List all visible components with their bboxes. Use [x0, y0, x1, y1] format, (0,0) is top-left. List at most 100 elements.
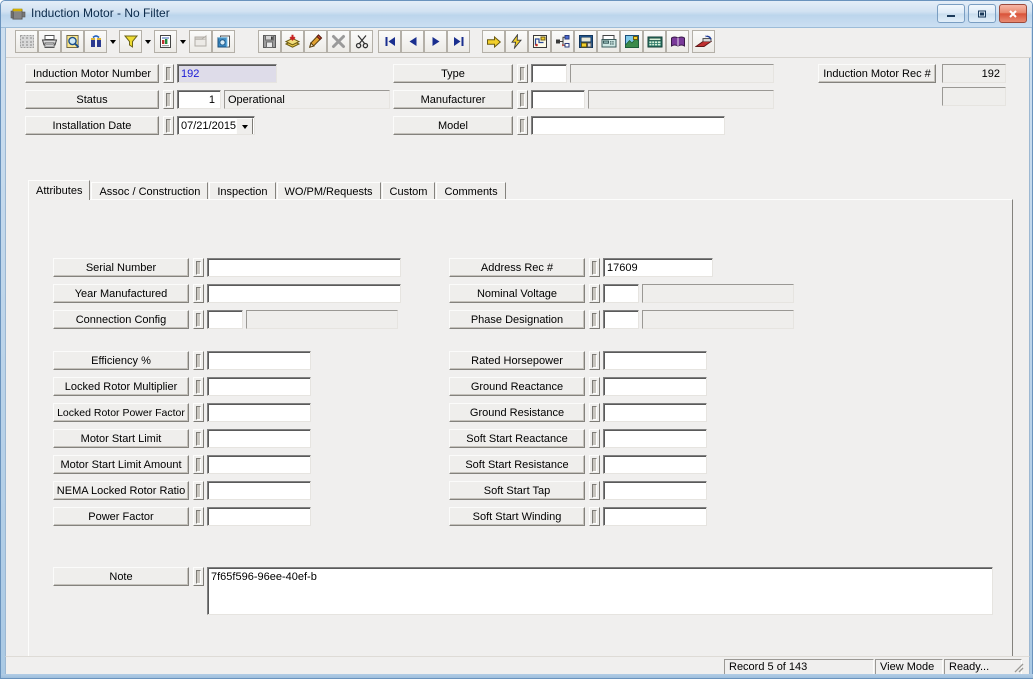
- print-button[interactable]: [38, 30, 61, 53]
- find-dropdown-arrow[interactable]: [107, 30, 119, 53]
- previous-record-button[interactable]: [401, 30, 424, 53]
- locked-rotor-multiplier-grip[interactable]: [193, 377, 204, 396]
- title-bar[interactable]: Induction Motor - No Filter: [1, 1, 1032, 28]
- power-factor-label[interactable]: Power Factor: [53, 507, 189, 526]
- hierarchy-button[interactable]: [551, 30, 574, 53]
- restore-button[interactable]: [968, 4, 996, 23]
- report-button[interactable]: [154, 30, 177, 53]
- soft-start-winding-input[interactable]: [603, 507, 707, 526]
- induction-motor-number-input[interactable]: 192: [177, 64, 277, 83]
- soft-start-tap-grip[interactable]: [589, 481, 600, 500]
- soft-start-reactance-grip[interactable]: [589, 429, 600, 448]
- tab-custom[interactable]: Custom: [381, 182, 436, 200]
- soft-start-tap-label[interactable]: Soft Start Tap: [449, 481, 585, 500]
- soft-start-tap-input[interactable]: [603, 481, 707, 500]
- ground-reactance-input[interactable]: [603, 377, 707, 396]
- note-textarea[interactable]: 7f65f596-96ee-40ef-b: [207, 567, 993, 615]
- next-record-button[interactable]: [424, 30, 447, 53]
- quick-action-button[interactable]: [505, 30, 528, 53]
- soft-start-resistance-label[interactable]: Soft Start Resistance: [449, 455, 585, 474]
- installation-date-input[interactable]: 07/21/2015: [177, 116, 255, 135]
- fax-button[interactable]: [597, 30, 620, 53]
- efficiency-percent-label[interactable]: Efficiency %: [53, 351, 189, 370]
- induction-motor-rec-label[interactable]: Induction Motor Rec #: [818, 64, 936, 83]
- manufacturer-grip[interactable]: [517, 90, 528, 109]
- model-grip[interactable]: [517, 116, 528, 135]
- induction-motor-number-label[interactable]: Induction Motor Number: [25, 64, 159, 83]
- motor-start-limit-amount-label[interactable]: Motor Start Limit Amount: [53, 455, 189, 474]
- rated-horsepower-input[interactable]: [603, 351, 707, 370]
- nema-locked-rotor-ratio-grip[interactable]: [193, 481, 204, 500]
- efficiency-percent-input[interactable]: [207, 351, 311, 370]
- year-manufactured-input[interactable]: [207, 284, 401, 303]
- calculator-button[interactable]: [643, 30, 666, 53]
- tab-assoc-construction[interactable]: Assoc / Construction: [91, 182, 209, 200]
- locked-rotor-power-factor-grip[interactable]: [193, 403, 204, 422]
- nominal-voltage-grip[interactable]: [589, 284, 600, 303]
- manufacturer-code-input[interactable]: [531, 90, 585, 109]
- soft-start-reactance-label[interactable]: Soft Start Reactance: [449, 429, 585, 448]
- type-grip[interactable]: [517, 64, 528, 83]
- soft-start-reactance-input[interactable]: [603, 429, 707, 448]
- edit-record-button[interactable]: [304, 30, 327, 53]
- add-record-button[interactable]: [281, 30, 304, 53]
- connection-config-grip[interactable]: [193, 310, 204, 329]
- ground-resistance-grip[interactable]: [589, 403, 600, 422]
- first-record-button[interactable]: [378, 30, 401, 53]
- nominal-voltage-label[interactable]: Nominal Voltage: [449, 284, 585, 303]
- phase-designation-grip[interactable]: [589, 310, 600, 329]
- locked-rotor-multiplier-label[interactable]: Locked Rotor Multiplier: [53, 377, 189, 396]
- nema-locked-rotor-ratio-input[interactable]: [207, 481, 311, 500]
- help-book-button[interactable]: [666, 30, 689, 53]
- model-label[interactable]: Model: [393, 116, 513, 135]
- status-code-input[interactable]: 1: [177, 90, 221, 109]
- motor-start-limit-input[interactable]: [207, 429, 311, 448]
- save-button[interactable]: [258, 30, 281, 53]
- nominal-voltage-code-input[interactable]: [603, 284, 639, 303]
- rated-horsepower-label[interactable]: Rated Horsepower: [449, 351, 585, 370]
- soft-start-resistance-input[interactable]: [603, 455, 707, 474]
- ground-resistance-input[interactable]: [603, 403, 707, 422]
- nema-locked-rotor-ratio-label[interactable]: NEMA Locked Rotor Ratio: [53, 481, 189, 500]
- print-preview-button[interactable]: [61, 30, 84, 53]
- motor-start-limit-grip[interactable]: [193, 429, 204, 448]
- ground-reactance-label[interactable]: Ground Reactance: [449, 377, 585, 396]
- type-label[interactable]: Type: [393, 64, 513, 83]
- soft-start-resistance-grip[interactable]: [589, 455, 600, 474]
- filter-dropdown-arrow[interactable]: [142, 30, 154, 53]
- note-label[interactable]: Note: [53, 567, 189, 586]
- report-dropdown-arrow[interactable]: [177, 30, 189, 53]
- tab-wo-pm-requests[interactable]: WO/PM/Requests: [276, 182, 381, 200]
- induction-motor-number-grip[interactable]: [163, 64, 174, 83]
- power-factor-input[interactable]: [207, 507, 311, 526]
- tab-comments[interactable]: Comments: [436, 182, 506, 200]
- last-record-button[interactable]: [447, 30, 470, 53]
- locked-rotor-power-factor-label[interactable]: Locked Rotor Power Factor: [53, 403, 189, 422]
- close-button[interactable]: [999, 4, 1027, 23]
- soft-start-winding-grip[interactable]: [589, 507, 600, 526]
- ground-resistance-label[interactable]: Ground Resistance: [449, 403, 585, 422]
- model-input[interactable]: [531, 116, 725, 135]
- efficiency-percent-grip[interactable]: [193, 351, 204, 370]
- delete-record-button[interactable]: [327, 30, 350, 53]
- installation-date-label[interactable]: Installation Date: [25, 116, 159, 135]
- address-rec-input[interactable]: 17609: [603, 258, 713, 277]
- workorder-button[interactable]: [574, 30, 597, 53]
- year-manufactured-label[interactable]: Year Manufactured: [53, 284, 189, 303]
- status-grip[interactable]: [163, 90, 174, 109]
- motor-start-limit-amount-grip[interactable]: [193, 455, 204, 474]
- motor-start-limit-label[interactable]: Motor Start Limit: [53, 429, 189, 448]
- status-label[interactable]: Status: [25, 90, 159, 109]
- manufacturer-label[interactable]: Manufacturer: [393, 90, 513, 109]
- serial-number-grip[interactable]: [193, 258, 204, 277]
- chart-button[interactable]: [620, 30, 643, 53]
- serial-number-input[interactable]: [207, 258, 401, 277]
- address-rec-label[interactable]: Address Rec #: [449, 258, 585, 277]
- locked-rotor-multiplier-input[interactable]: [207, 377, 311, 396]
- phase-designation-code-input[interactable]: [603, 310, 639, 329]
- minimize-button[interactable]: [937, 4, 965, 23]
- soft-start-winding-label[interactable]: Soft Start Winding: [449, 507, 585, 526]
- filter-button[interactable]: [119, 30, 142, 53]
- copy-record-button[interactable]: [212, 30, 235, 53]
- exit-button[interactable]: [692, 30, 715, 53]
